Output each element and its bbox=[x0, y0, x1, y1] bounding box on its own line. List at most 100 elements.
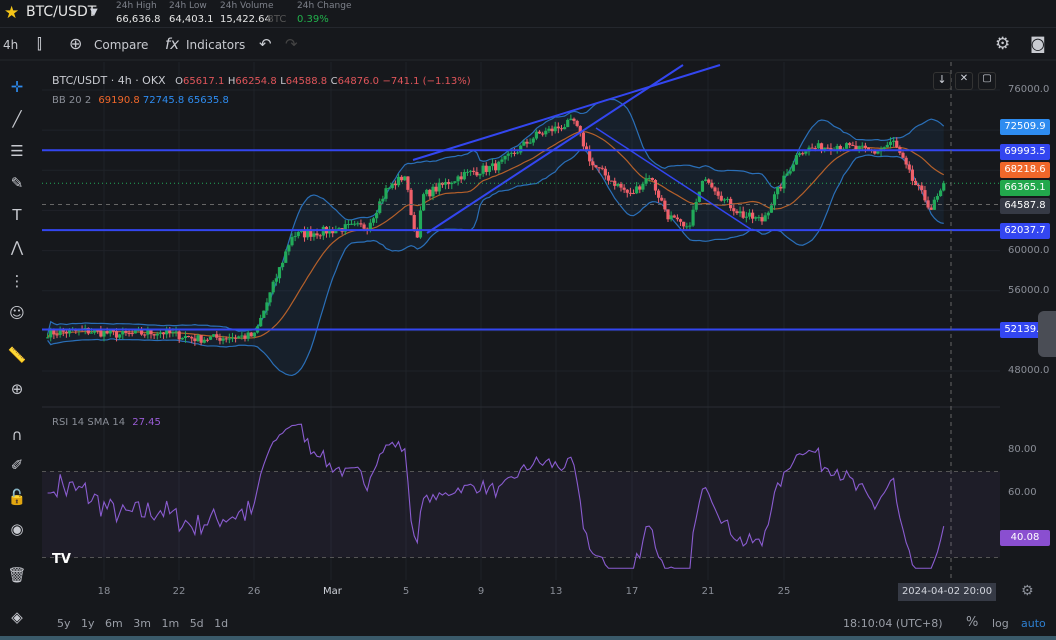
candle-body bbox=[208, 336, 213, 340]
fullscreen-icon[interactable]: ▢ bbox=[978, 72, 996, 90]
candle-body bbox=[625, 189, 629, 193]
range-6m[interactable]: 6m bbox=[105, 617, 123, 630]
log-scale-toggle[interactable]: log bbox=[992, 617, 1009, 630]
candle-body bbox=[215, 334, 219, 338]
candle-body bbox=[657, 190, 661, 198]
candle-body bbox=[876, 151, 880, 154]
range-5d[interactable]: 5d bbox=[190, 617, 204, 630]
percent-scale-toggle[interactable]: % bbox=[966, 615, 978, 630]
candle-body bbox=[396, 176, 401, 186]
candle-body bbox=[356, 223, 360, 225]
candle-body bbox=[935, 196, 940, 200]
candle-body bbox=[252, 332, 256, 337]
candle-body bbox=[860, 145, 864, 147]
candle-body bbox=[675, 217, 679, 220]
candle-body bbox=[722, 199, 726, 201]
candle-body bbox=[130, 333, 134, 335]
candle-body bbox=[431, 186, 435, 197]
bb-legend[interactable]: BB 20 2 69190.8 72745.8 65635.8 bbox=[52, 95, 229, 106]
candle-body bbox=[798, 153, 802, 156]
legend-o-label: O bbox=[175, 76, 183, 87]
range-bar: 5y 1y 6m 3m 1m 5d 1d bbox=[57, 617, 228, 630]
candle-body bbox=[149, 329, 153, 335]
candle-body bbox=[541, 133, 545, 135]
candle-body bbox=[422, 194, 426, 211]
candle-body bbox=[531, 138, 535, 143]
candle-body bbox=[321, 226, 325, 236]
range-1y[interactable]: 1y bbox=[81, 617, 95, 630]
candle-body bbox=[550, 128, 554, 132]
candle-body bbox=[196, 335, 200, 342]
bb-lower-value: 65635.8 bbox=[187, 95, 229, 106]
candle-body bbox=[738, 211, 742, 214]
candle-body bbox=[744, 216, 748, 218]
candle-body bbox=[763, 215, 767, 222]
auto-scale-toggle[interactable]: auto bbox=[1021, 617, 1046, 630]
candle-body bbox=[512, 152, 517, 154]
candle-body bbox=[359, 223, 363, 225]
arrow-down-icon[interactable]: ↓ bbox=[933, 72, 951, 90]
candle-body bbox=[747, 212, 752, 217]
clock: 18:10:04 (UTC+8) bbox=[843, 617, 943, 630]
candle-body bbox=[494, 163, 498, 171]
axis-settings-icon[interactable]: ⚙ bbox=[1021, 583, 1034, 599]
candle-body bbox=[685, 226, 689, 228]
candle-body bbox=[462, 172, 466, 180]
candle-body bbox=[635, 186, 639, 194]
rsi-tag: 40.08 bbox=[1000, 530, 1050, 546]
time-tick: 21 bbox=[701, 586, 715, 597]
candle-body bbox=[769, 205, 773, 213]
bb-upper-tag: 72509.9 bbox=[1000, 119, 1050, 135]
candle-body bbox=[274, 278, 278, 282]
range-1d[interactable]: 1d bbox=[214, 617, 228, 630]
hline-tag: 62037.7 bbox=[1000, 223, 1050, 239]
candle-body bbox=[481, 165, 485, 174]
candle-body bbox=[249, 332, 253, 337]
candle-body bbox=[243, 335, 247, 339]
candle-body bbox=[826, 147, 830, 149]
candle-body bbox=[857, 146, 861, 150]
rsi-tick: 80.00 bbox=[1008, 444, 1037, 455]
bb-fill bbox=[47, 99, 944, 376]
candle-body bbox=[923, 190, 927, 201]
bb-params: 20 2 bbox=[68, 95, 92, 106]
candle-body bbox=[143, 334, 147, 336]
candle-body bbox=[171, 332, 175, 334]
candle-body bbox=[892, 140, 896, 142]
candle-body bbox=[603, 168, 607, 176]
candle-body bbox=[161, 332, 166, 335]
candle-body bbox=[794, 155, 799, 165]
candle-body bbox=[713, 187, 717, 192]
candle-body bbox=[478, 173, 482, 176]
rsi-legend[interactable]: RSI 14 SMA 14 27.45 bbox=[52, 417, 161, 428]
candle-body bbox=[265, 302, 269, 311]
candle-body bbox=[735, 211, 739, 214]
candle-body bbox=[318, 235, 322, 237]
candle-body bbox=[904, 157, 908, 165]
candle-body bbox=[378, 201, 382, 213]
range-1m[interactable]: 1m bbox=[161, 617, 179, 630]
candle-body bbox=[268, 292, 272, 303]
candle-body bbox=[459, 176, 463, 180]
candle-body bbox=[456, 176, 460, 182]
candle-body bbox=[788, 171, 792, 174]
price-tick: 76000.0 bbox=[1008, 84, 1050, 95]
candle-body bbox=[691, 209, 695, 226]
collapse-icon[interactable]: ✕ bbox=[955, 72, 973, 90]
range-3m[interactable]: 3m bbox=[133, 617, 151, 630]
candle-body bbox=[594, 165, 598, 168]
candle-body bbox=[754, 217, 758, 219]
candle-body bbox=[534, 131, 538, 139]
candle-body bbox=[230, 337, 235, 339]
range-5y[interactable]: 5y bbox=[57, 617, 71, 630]
scroll-to-realtime-button[interactable] bbox=[1038, 311, 1056, 357]
candle-body bbox=[400, 176, 404, 181]
candle-body bbox=[926, 200, 930, 208]
candle-body bbox=[158, 332, 162, 334]
legend-high: 66254.8 bbox=[235, 76, 277, 87]
candle-body bbox=[152, 334, 156, 336]
candle-body bbox=[616, 183, 620, 186]
candle-body bbox=[556, 126, 560, 129]
candle-body bbox=[437, 182, 441, 192]
candle-body bbox=[801, 153, 805, 155]
